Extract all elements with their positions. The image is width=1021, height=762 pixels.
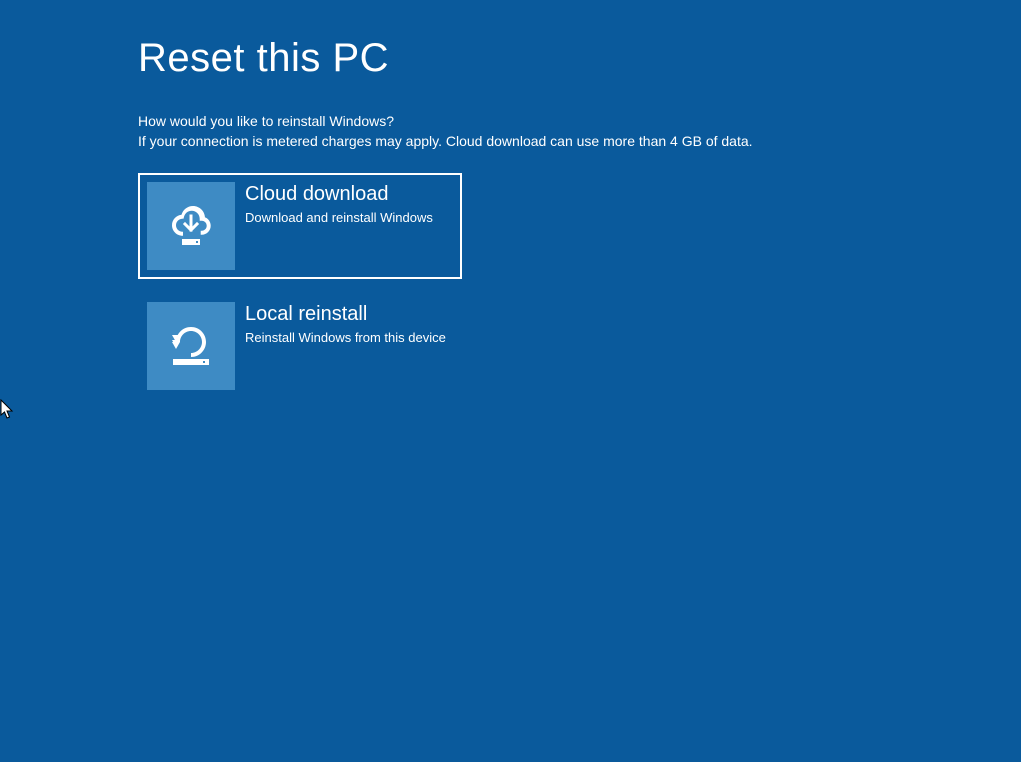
mouse-cursor-icon (0, 399, 16, 426)
cloud-download-option[interactable]: Cloud download Download and reinstall Wi… (138, 173, 462, 279)
local-reinstall-description: Reinstall Windows from this device (245, 330, 446, 347)
local-reinstall-icon-box (147, 302, 235, 390)
local-reinstall-icon (163, 316, 219, 377)
cloud-download-text: Cloud download Download and reinstall Wi… (235, 182, 433, 227)
cloud-download-icon (163, 196, 219, 257)
local-reinstall-title: Local reinstall (245, 302, 446, 326)
cloud-download-title: Cloud download (245, 182, 433, 206)
local-reinstall-text: Local reinstall Reinstall Windows from t… (235, 302, 446, 347)
main-container: Reset this PC How would you like to rein… (0, 0, 1021, 399)
page-title: Reset this PC (138, 36, 1021, 81)
local-reinstall-option[interactable]: Local reinstall Reinstall Windows from t… (138, 293, 462, 399)
subtitle-question: How would you like to reinstall Windows? (138, 113, 1021, 129)
cloud-download-icon-box (147, 182, 235, 270)
cloud-download-description: Download and reinstall Windows (245, 210, 433, 227)
subtitle-warning: If your connection is metered charges ma… (138, 133, 1021, 149)
